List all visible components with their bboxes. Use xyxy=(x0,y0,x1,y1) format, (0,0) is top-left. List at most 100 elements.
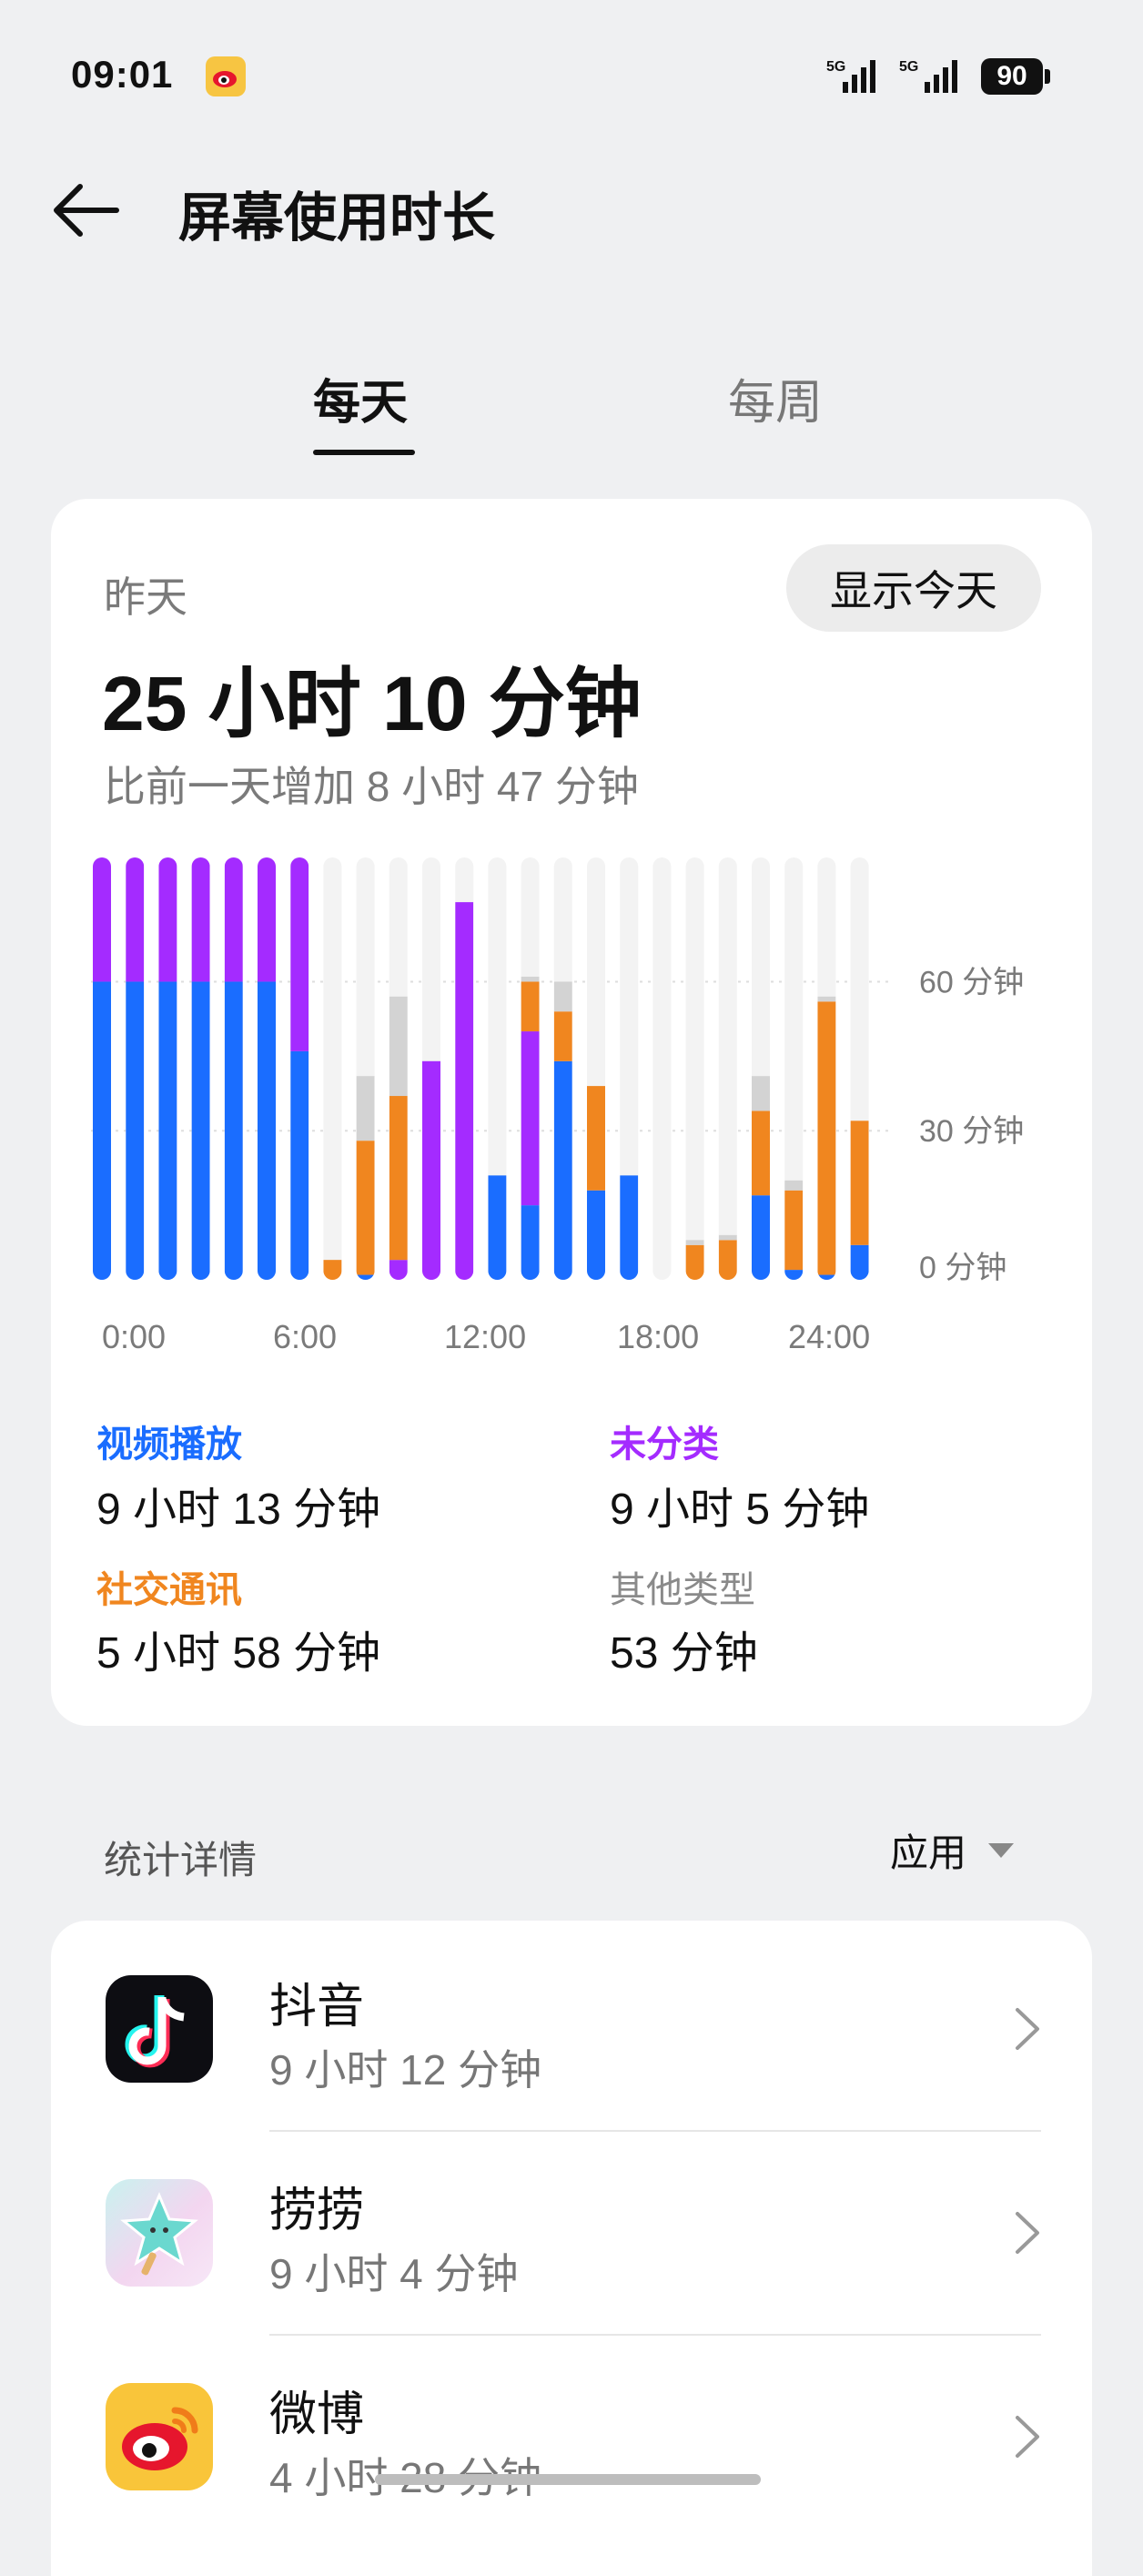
category-social-value: 5 小时 58 分钟 xyxy=(96,1629,381,1678)
tab-daily[interactable]: 每天 xyxy=(313,364,408,432)
bar-segment xyxy=(455,902,474,1280)
bar-segment xyxy=(422,1060,440,1280)
app-row-laolao[interactable]: 捞捞 9 小时 4 分钟 xyxy=(51,2130,1092,2334)
bar-segment xyxy=(356,1274,375,1280)
category-other-label: 其他类型 xyxy=(610,1570,755,1610)
x-tick-6: 6:00 xyxy=(273,1318,338,1355)
laolao-icon xyxy=(106,2179,213,2287)
bar-segment xyxy=(817,1001,836,1275)
signal2-label: 5G xyxy=(899,59,918,75)
chevron-right-icon xyxy=(1016,2008,1039,2050)
category-uncategorized-value: 9 小时 5 分钟 xyxy=(610,1486,870,1534)
weibo-icon xyxy=(106,2383,213,2490)
bar-segment xyxy=(817,1274,836,1280)
bar-segment xyxy=(191,981,210,1280)
battery-tip xyxy=(1045,69,1050,84)
bar-segment xyxy=(718,1240,737,1280)
sort-dropdown[interactable]: 应用 xyxy=(890,1822,1015,1878)
category-other-value: 53 分钟 xyxy=(610,1629,758,1678)
bar-segment xyxy=(718,1234,737,1241)
x-tick-0: 0:00 xyxy=(102,1318,167,1355)
compare-text: 比前一天增加 8 小时 47 分钟 xyxy=(104,763,639,810)
page-title: 屏幕使用时长 xyxy=(178,188,496,248)
stats-details-title: 统计详情 xyxy=(104,1839,258,1881)
bar-segment xyxy=(521,981,540,1032)
bar-segment xyxy=(521,1205,540,1280)
bar-track xyxy=(718,857,737,1280)
hourly-usage-chart: 0 分钟 30 分钟 60 分钟 xyxy=(91,857,1024,1285)
y-tick-label: 30 分钟 xyxy=(919,1114,1024,1149)
bar-segment xyxy=(158,857,177,982)
category-uncategorized-label: 未分类 xyxy=(610,1425,719,1465)
show-today-button[interactable]: 显示今天 xyxy=(786,544,1041,632)
bar-segment xyxy=(290,857,309,1051)
y-tick-label: 0 分钟 xyxy=(919,1251,1006,1285)
douyin-icon xyxy=(106,1975,213,2083)
bar-track xyxy=(652,857,672,1280)
bar-segment xyxy=(323,1260,342,1280)
bar-segment xyxy=(784,1270,804,1280)
app-name: 捞捞 xyxy=(269,2185,365,2237)
bar-segment xyxy=(752,1195,770,1280)
tab-weekly[interactable]: 每周 xyxy=(728,364,823,432)
chevron-right-icon xyxy=(1016,2416,1039,2458)
bar-segment xyxy=(191,857,210,982)
tab-indicator xyxy=(313,450,415,455)
bar-segment xyxy=(93,981,111,1280)
bar-segment xyxy=(93,857,111,982)
signal1-label: 5G xyxy=(826,59,845,75)
bar-track xyxy=(685,857,704,1280)
x-tick-12: 12:00 xyxy=(444,1318,527,1355)
app-time: 9 小时 12 分钟 xyxy=(269,2046,542,2094)
bar-segment xyxy=(356,1076,375,1141)
app-name: 抖音 xyxy=(269,1981,365,2033)
bar-segment xyxy=(389,996,408,1097)
category-social-label: 社交通讯 xyxy=(96,1570,242,1610)
bar-segment xyxy=(752,1076,770,1111)
bar-segment xyxy=(784,1190,804,1271)
app-time: 9 小时 4 分钟 xyxy=(269,2250,519,2297)
bar-segment xyxy=(290,1050,309,1280)
bar-segment xyxy=(224,981,243,1280)
bar-segment xyxy=(126,981,145,1280)
bar-segment xyxy=(258,857,276,982)
bar-segment xyxy=(685,1244,704,1280)
bar-segment xyxy=(685,1240,704,1245)
signal-5g-icon-2: 5G xyxy=(899,56,965,96)
back-button[interactable] xyxy=(51,178,127,242)
app-row-douyin[interactable]: 抖音 9 小时 12 分钟 xyxy=(51,1926,1092,2130)
bar-segment xyxy=(126,857,145,982)
bar-segment xyxy=(389,1260,408,1280)
bar-segment xyxy=(553,1011,572,1061)
bar-segment xyxy=(488,1175,507,1280)
bar-segment xyxy=(521,1031,540,1206)
home-indicator[interactable] xyxy=(375,2474,761,2485)
bar-segment xyxy=(587,1086,605,1191)
bar-segment xyxy=(817,996,836,1002)
app-name: 微博 xyxy=(269,2388,365,2441)
signal-5g-icon: 5G xyxy=(826,56,881,96)
day-label: 昨天 xyxy=(104,573,187,621)
bar-segment xyxy=(224,857,243,982)
bar-track xyxy=(323,857,342,1280)
arrow-left-icon xyxy=(54,184,119,237)
chevron-right-icon xyxy=(1016,2212,1039,2254)
bar-segment xyxy=(587,1190,605,1280)
app-row-weibo[interactable]: 微博 4 小时 28 分钟 xyxy=(51,2334,1092,2538)
bar-segment xyxy=(752,1111,770,1196)
bar-segment xyxy=(850,1121,869,1245)
battery-icon: 90 xyxy=(981,58,1043,95)
x-tick-24: 24:00 xyxy=(788,1318,871,1355)
bar-segment xyxy=(521,977,540,982)
bar-segment xyxy=(850,1244,869,1280)
total-usage: 25 小时 10 分钟 xyxy=(102,661,642,746)
bar-segment xyxy=(258,981,276,1280)
sort-label: 应用 xyxy=(890,1831,967,1874)
y-tick-label: 60 分钟 xyxy=(919,965,1024,999)
weibo-notification-icon xyxy=(206,56,246,96)
bar-segment xyxy=(620,1175,639,1280)
bar-segment xyxy=(356,1141,375,1275)
bar-segment xyxy=(389,1096,408,1261)
bar-segment xyxy=(784,1180,804,1191)
status-time: 09:01 xyxy=(71,53,174,96)
